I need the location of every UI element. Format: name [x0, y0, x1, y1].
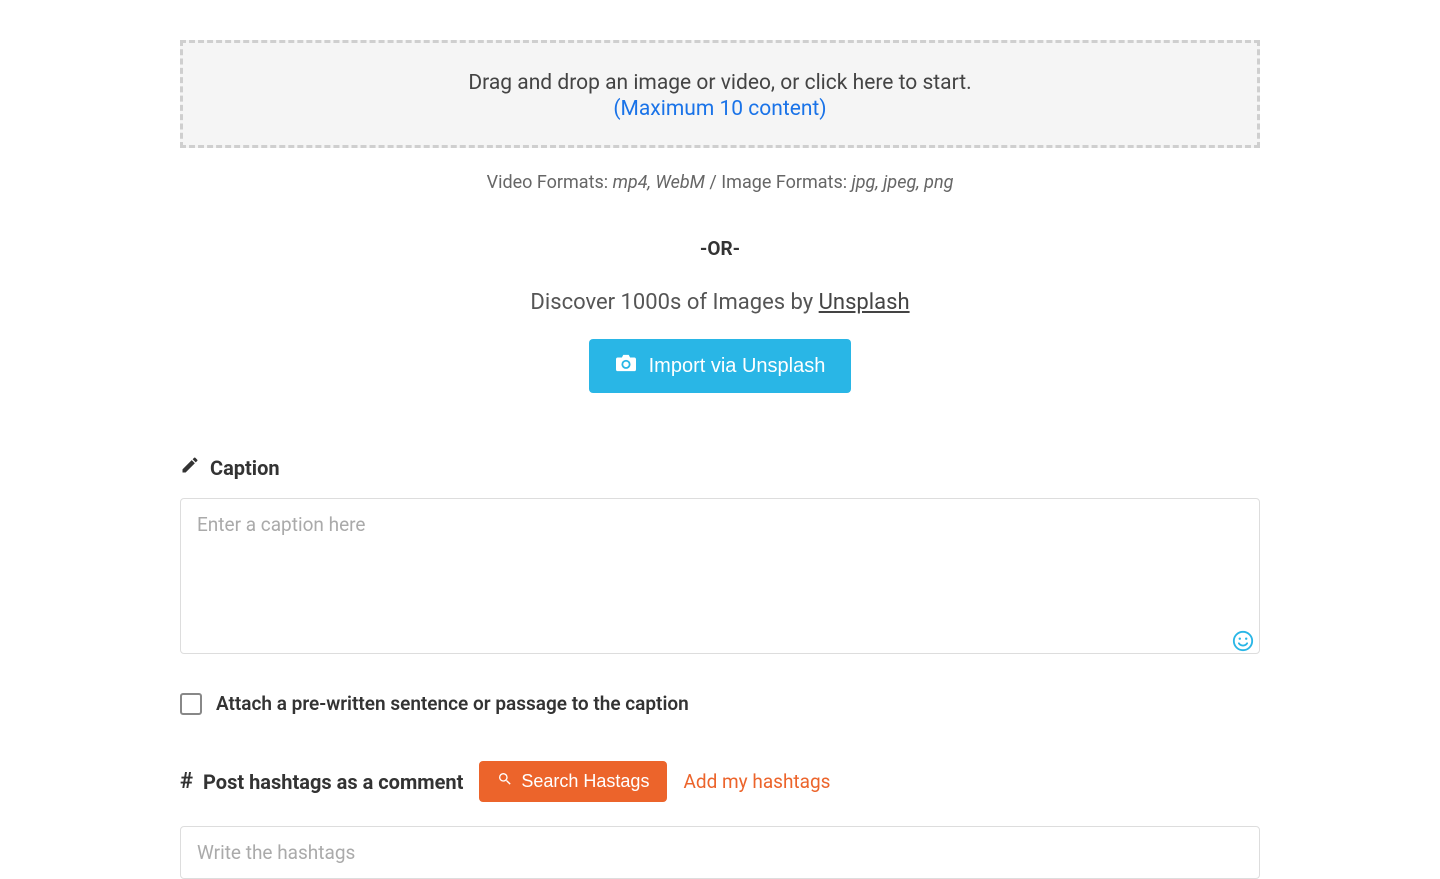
- hashtag-heading-row: # Post hashtags as a comment Search Hast…: [180, 761, 1260, 802]
- search-hashtags-button[interactable]: Search Hastags: [479, 761, 667, 802]
- formats-separator: /: [705, 172, 721, 193]
- camera-icon: [615, 353, 637, 379]
- emoji-picker-button[interactable]: [1232, 630, 1254, 652]
- attach-prewritten-checkbox[interactable]: [180, 693, 202, 715]
- caption-box: [180, 498, 1260, 658]
- hashtag-heading-text: Post hashtags as a comment: [203, 770, 463, 794]
- or-separator: -OR-: [180, 237, 1260, 260]
- emoji-icon: [1232, 640, 1254, 655]
- upload-form-container: Drag and drop an image or video, or clic…: [180, 0, 1260, 879]
- image-formats-label: Image Formats:: [721, 172, 851, 193]
- caption-heading: Caption: [180, 455, 1260, 480]
- edit-icon: [180, 455, 200, 480]
- caption-textarea[interactable]: [180, 498, 1260, 654]
- attach-prewritten-row[interactable]: Attach a pre-written sentence or passage…: [180, 692, 1260, 715]
- unsplash-link[interactable]: Unsplash: [819, 290, 910, 315]
- hashtag-heading: # Post hashtags as a comment: [180, 769, 463, 794]
- import-button-label: Import via Unsplash: [649, 355, 826, 378]
- import-button-wrap: Import via Unsplash: [180, 339, 1260, 393]
- search-hashtags-label: Search Hastags: [521, 771, 649, 792]
- video-formats-label: Video Formats:: [487, 172, 613, 193]
- discover-text: Discover 1000s of Images by Unsplash: [180, 290, 1260, 315]
- hashtag-input[interactable]: [180, 826, 1260, 879]
- video-formats-values: mp4, WebM: [613, 172, 705, 193]
- attach-prewritten-label: Attach a pre-written sentence or passage…: [216, 692, 689, 715]
- hash-icon: #: [180, 769, 193, 794]
- dropzone-max-note: (Maximum 10 content): [193, 97, 1247, 121]
- image-formats-values: jpg, jpeg, png: [852, 172, 954, 193]
- caption-heading-text: Caption: [210, 456, 280, 480]
- import-unsplash-button[interactable]: Import via Unsplash: [589, 339, 852, 393]
- add-my-hashtags-link[interactable]: Add my hashtags: [683, 770, 830, 793]
- format-info: Video Formats: mp4, WebM / Image Formats…: [180, 172, 1260, 193]
- search-icon: [497, 771, 513, 792]
- media-dropzone[interactable]: Drag and drop an image or video, or clic…: [180, 40, 1260, 148]
- discover-prefix: Discover 1000s of Images by: [530, 290, 818, 315]
- dropzone-instruction: Drag and drop an image or video, or clic…: [193, 71, 1247, 95]
